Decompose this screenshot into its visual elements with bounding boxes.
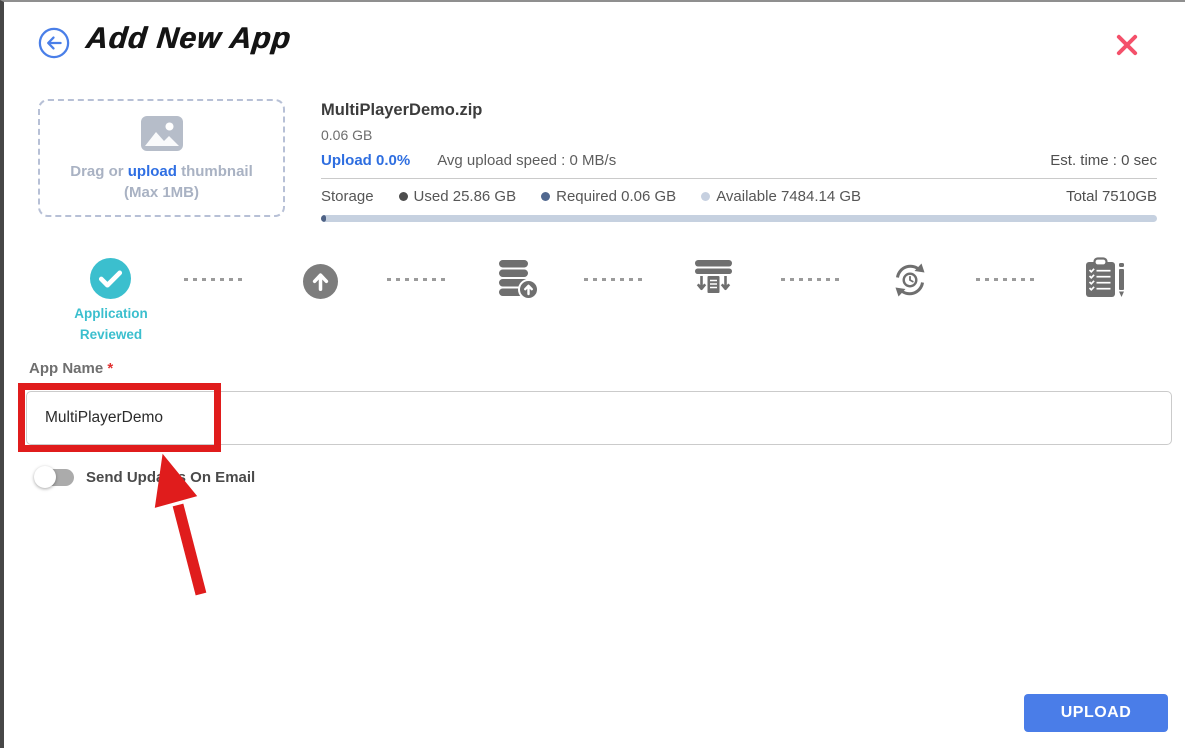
add-new-app-dialog: Add New App Drag or upload thumbnail (Ma… [0,0,1185,748]
step-database-upload [494,259,539,305]
available-dot-icon [701,192,710,201]
storage-used-legend: Used 25.86 GB [399,188,517,205]
thumbnail-dropzone[interactable]: Drag or upload thumbnail (Max 1MB) [38,99,285,217]
dropzone-text-suffix: thumbnail [177,163,253,180]
upload-arrow-circle-icon [303,264,338,299]
image-icon [140,115,184,152]
send-updates-label: Send Updates On Email [86,469,255,486]
step-application-reviewed [90,258,131,304]
avg-upload-speed: Avg upload speed : 0 MB/s [437,152,616,169]
step-connector [781,278,843,281]
file-size: 0.06 GB [321,127,1157,143]
dropzone-text: Drag or upload thumbnail [40,163,283,180]
storage-legend-row: Storage Used 25.86 GB Required 0.06 GB A… [321,188,1157,205]
check-circle-icon [90,258,131,299]
step-checklist [1083,257,1126,305]
storage-total: Total 7510GB [1066,188,1157,205]
file-panel: MultiPlayerDemo.zip 0.06 GB Upload 0.0% … [321,101,1157,222]
step-label-application-reviewed: Application Reviewed [50,304,172,346]
step-connector [584,278,646,281]
upload-percentage: Upload 0.0% [321,152,410,169]
required-dot-icon [541,192,550,201]
sync-history-icon [890,261,930,299]
step-connector [387,278,449,281]
email-toggle-row: Send Updates On Email [34,468,255,487]
dropzone-max-size: (Max 1MB) [40,184,283,201]
step-upload [303,264,338,304]
step-database-extract [691,259,736,305]
send-updates-toggle[interactable] [34,468,74,487]
database-extract-icon [691,259,736,300]
storage-required-value: Required 0.06 GB [556,188,676,205]
app-name-label: App Name * [29,360,113,377]
file-name: MultiPlayerDemo.zip [321,101,1157,120]
close-icon [1112,30,1142,60]
used-dot-icon [399,192,408,201]
required-asterisk: * [107,360,113,377]
divider [321,178,1157,179]
storage-available-legend: Available 7484.14 GB [701,188,861,205]
storage-progress-bar [321,215,1157,222]
back-button[interactable] [38,27,70,59]
upload-thumbnail-link[interactable]: upload [128,163,177,180]
database-upload-icon [494,259,539,300]
storage-label: Storage [321,188,374,205]
back-arrow-icon [38,27,70,59]
app-name-input[interactable] [26,391,1172,445]
checklist-clipboard-icon [1083,257,1126,300]
toggle-knob [34,466,56,488]
storage-used-value: Used 25.86 GB [414,188,517,205]
storage-required-legend: Required 0.06 GB [541,188,676,205]
upload-button[interactable]: UPLOAD [1024,694,1168,732]
page-title: Add New App [84,22,292,56]
upload-progress-row: Upload 0.0% Avg upload speed : 0 MB/s Es… [321,152,1157,169]
estimated-time: Est. time : 0 sec [1050,152,1157,169]
storage-progress-fill [321,215,326,222]
app-name-label-text: App Name [29,360,103,377]
dropzone-text-prefix: Drag or [70,163,128,180]
close-button[interactable] [1112,30,1142,60]
step-connector [184,278,246,281]
storage-available-value: Available 7484.14 GB [716,188,861,205]
step-connector [976,278,1038,281]
step-sync [890,261,930,304]
